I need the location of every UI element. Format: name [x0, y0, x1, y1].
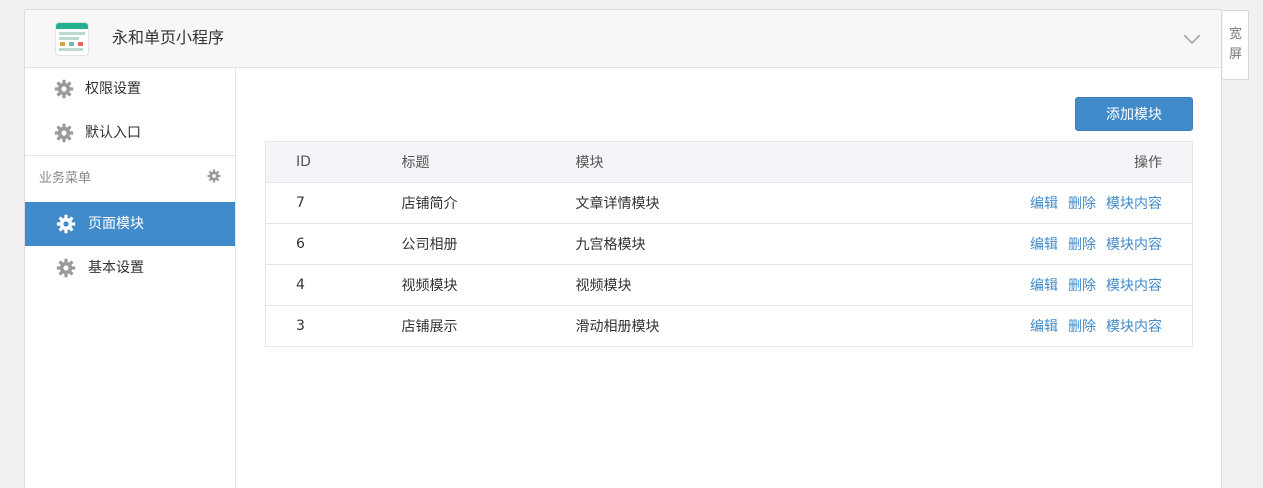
widescreen-label-top: 宽 — [1228, 27, 1242, 42]
widescreen-label-bottom: 屏 — [1228, 47, 1242, 62]
app-header: 永和单页小程序 — [25, 10, 1221, 68]
cell-id: 3 — [265, 305, 402, 347]
sidebar-item-label: 页面模块 — [88, 216, 144, 232]
edit-link[interactable]: 编辑 — [1030, 278, 1058, 294]
gear-icon — [56, 258, 76, 278]
sidebar-item-permissions[interactable]: 权限设置 — [25, 67, 235, 111]
sidebar-item-label: 权限设置 — [85, 81, 141, 97]
cell-actions: 编辑 删除 模块内容 — [835, 264, 1193, 306]
widescreen-toggle-button[interactable]: 宽 屏 — [1223, 10, 1249, 80]
module-content-link[interactable]: 模块内容 — [1106, 319, 1162, 335]
gear-icon — [54, 79, 74, 99]
chevron-down-icon[interactable] — [1181, 28, 1203, 50]
cell-id: 6 — [265, 223, 402, 265]
delete-link[interactable]: 删除 — [1068, 196, 1096, 212]
table-row: 6 公司相册 九宫格模块 编辑 删除 模块内容 — [265, 223, 1193, 265]
cell-title: 店铺简介 — [401, 182, 576, 224]
edit-link[interactable]: 编辑 — [1030, 319, 1058, 335]
column-header-id: ID — [265, 141, 402, 183]
gear-icon[interactable] — [207, 169, 221, 183]
delete-link[interactable]: 删除 — [1068, 278, 1096, 294]
sidebar-section-business-menu: 业务菜单 — [25, 155, 235, 202]
sidebar-item-page-modules[interactable]: 页面模块 — [25, 202, 235, 246]
cell-id: 4 — [265, 264, 402, 306]
edit-link[interactable]: 编辑 — [1030, 237, 1058, 253]
sidebar-item-default-entry[interactable]: 默认入口 — [25, 111, 235, 155]
app-title: 永和单页小程序 — [112, 28, 225, 47]
column-header-actions: 操作 — [835, 141, 1193, 183]
cell-id: 7 — [265, 182, 402, 224]
cell-actions: 编辑 删除 模块内容 — [835, 305, 1193, 347]
app-thumbnail — [56, 23, 88, 55]
modules-table: ID 标题 模块 操作 7 店铺简介 文章详情模块 编辑 删除 模块内容 6 公… — [265, 141, 1193, 347]
sidebar-item-label: 基本设置 — [88, 260, 144, 276]
module-content-link[interactable]: 模块内容 — [1106, 196, 1162, 212]
cell-module: 九宫格模块 — [575, 223, 836, 265]
module-content-link[interactable]: 模块内容 — [1106, 278, 1162, 294]
gear-icon — [54, 123, 74, 143]
sidebar-item-label: 默认入口 — [85, 125, 141, 141]
sidebar-item-basic-settings[interactable]: 基本设置 — [25, 246, 235, 290]
content-area: 添加模块 ID 标题 模块 操作 7 店铺简介 文章详情模块 编辑 删除 模块内容 — [236, 67, 1221, 488]
cell-title: 视频模块 — [401, 264, 576, 306]
cell-module: 视频模块 — [575, 264, 836, 306]
gear-icon — [56, 214, 76, 234]
add-module-button[interactable]: 添加模块 — [1075, 97, 1193, 131]
table-row: 3 店铺展示 滑动相册模块 编辑 删除 模块内容 — [265, 305, 1193, 347]
delete-link[interactable]: 删除 — [1068, 319, 1096, 335]
sidebar: 权限设置 默认入口 业务菜单 页面模块 基本设置 — [25, 67, 236, 488]
column-header-title: 标题 — [401, 141, 576, 183]
table-row: 7 店铺简介 文章详情模块 编辑 删除 模块内容 — [265, 182, 1193, 224]
cell-title: 公司相册 — [401, 223, 576, 265]
table-row: 4 视频模块 视频模块 编辑 删除 模块内容 — [265, 264, 1193, 306]
delete-link[interactable]: 删除 — [1068, 237, 1096, 253]
cell-module: 文章详情模块 — [575, 182, 836, 224]
main-panel: 永和单页小程序 权限设置 默认入口 业务菜单 页面模块 基本设置 添加模块 ID… — [24, 9, 1222, 488]
edit-link[interactable]: 编辑 — [1030, 196, 1058, 212]
cell-actions: 编辑 删除 模块内容 — [835, 182, 1193, 224]
module-content-link[interactable]: 模块内容 — [1106, 237, 1162, 253]
cell-actions: 编辑 删除 模块内容 — [835, 223, 1193, 265]
section-title: 业务菜单 — [39, 171, 92, 186]
cell-title: 店铺展示 — [401, 305, 576, 347]
cell-module: 滑动相册模块 — [575, 305, 836, 347]
column-header-module: 模块 — [575, 141, 836, 183]
table-header-row: ID 标题 模块 操作 — [265, 141, 1193, 183]
